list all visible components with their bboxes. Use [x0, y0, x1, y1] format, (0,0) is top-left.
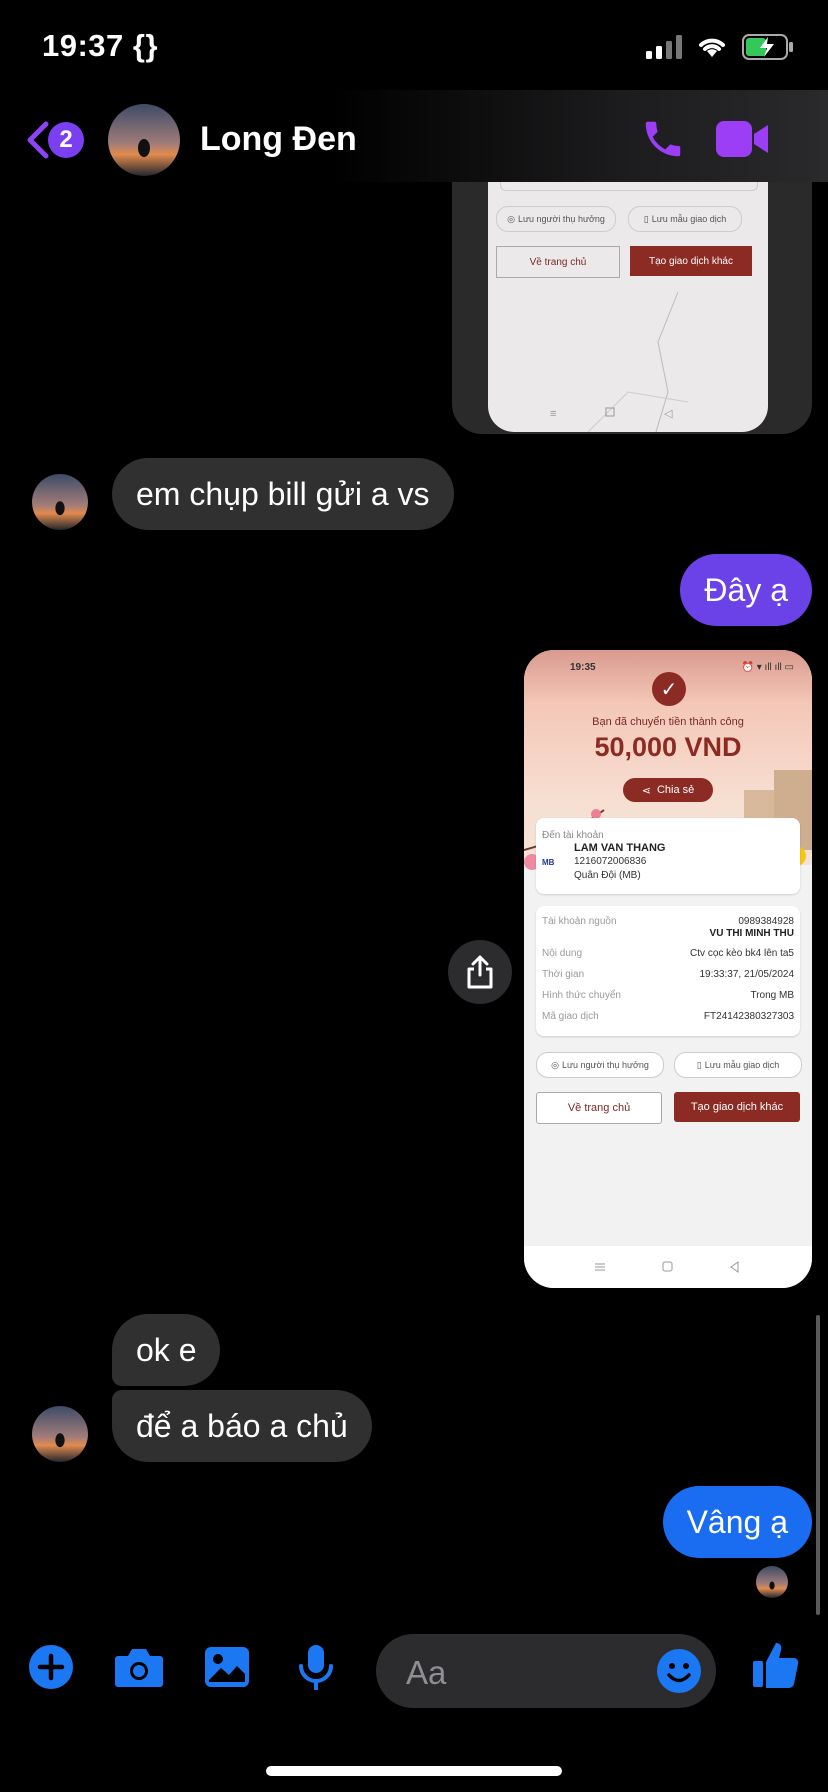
recipient-bank: Quân Đội (MB)	[574, 870, 641, 881]
camera-button[interactable]	[114, 1644, 164, 1695]
detail-value: VU THI MINH THU	[709, 928, 794, 939]
voice-message-button[interactable]	[298, 1644, 334, 1695]
seen-receipt-avatar	[756, 1566, 788, 1598]
message-bubble-incoming[interactable]: để a báo a chủ	[112, 1390, 372, 1462]
detail-label: Mã giao dịch	[542, 1011, 599, 1022]
save-template-chip: ▯ Lưu mẫu giao dịch	[674, 1052, 802, 1078]
save-template-chip: ▯ Lưu mẫu giao dịch	[628, 206, 742, 232]
emoji-icon	[657, 1649, 701, 1693]
recipient-card: Đến tài khoản MB LAM VAN THANG 121607200…	[536, 818, 800, 894]
android-nav-bar	[524, 1246, 812, 1288]
microphone-icon	[299, 1645, 333, 1691]
message-bubble-outgoing[interactable]: Vâng ạ	[662, 1486, 812, 1558]
detail-label: Thời gian	[542, 969, 585, 980]
save-recipient-chip: ◎ Lưu người thụ hưởng	[496, 206, 616, 232]
contact-avatar[interactable]	[108, 104, 180, 176]
document-icon: ▯	[643, 213, 649, 224]
unread-badge: 2	[48, 122, 84, 158]
scrollbar[interactable]	[816, 1315, 820, 1615]
new-transaction-button: Tạo giao dịch khác	[674, 1092, 800, 1122]
detail-value: Trong MB	[750, 990, 794, 1001]
new-transaction-button: Tạo giao dịch khác	[630, 246, 752, 276]
to-account-label: Đến tài khoản	[542, 830, 604, 841]
back-button[interactable]: 2	[24, 120, 84, 160]
share-icon	[467, 955, 493, 989]
voice-call-button[interactable]	[640, 116, 686, 167]
image-icon	[205, 1647, 249, 1687]
cellular-signal-icon	[646, 35, 682, 59]
document-icon: ▯	[696, 1059, 702, 1070]
detail-value: 0989384928	[738, 916, 794, 927]
recipient-account: 1216072006836	[574, 856, 647, 867]
plus-circle-icon	[29, 1645, 73, 1689]
status-icons	[646, 34, 794, 60]
detail-value: Ctv cọc kèo bk4 lên ta5	[690, 948, 794, 959]
svg-text:≡: ≡	[550, 408, 556, 420]
detail-label: Tài khoản nguồn	[542, 916, 617, 927]
person-circle-icon: ◎	[507, 213, 515, 224]
detail-value: FT24142380327303	[703, 1011, 794, 1022]
image-message-top[interactable]: ◎ Lưu người thụ hưởng ▯ Lưu mẫu giao dịch …	[452, 182, 812, 434]
emoji-button[interactable]	[656, 1648, 702, 1699]
battery-charging-icon	[742, 34, 793, 60]
contact-name[interactable]: Long Đen	[200, 120, 357, 159]
home-button: Về trang chủ	[536, 1092, 662, 1124]
video-call-button[interactable]	[714, 118, 770, 165]
person-circle-icon: ◎	[551, 1059, 559, 1070]
camera-icon	[115, 1649, 163, 1687]
receipt-status-icons: ⏰ ▾ ıll ıll ▭	[741, 662, 794, 673]
more-actions-button[interactable]	[28, 1644, 74, 1695]
gallery-button[interactable]	[204, 1644, 250, 1695]
video-camera-icon	[716, 121, 768, 157]
image-message-receipt[interactable]: 19:35 ⏰ ▾ ıll ıll ▭ ✓ Bạn đã chuyển tiền…	[524, 650, 812, 1288]
transfer-amount: 50,000 VND	[594, 732, 742, 762]
detail-label: Nội dung	[542, 948, 583, 959]
success-check-icon: ✓	[652, 672, 686, 706]
home-button: Về trang chủ	[496, 246, 620, 278]
message-input[interactable]: Aa	[376, 1634, 716, 1708]
share-button[interactable]	[448, 940, 512, 1004]
svg-text:◁: ◁	[664, 408, 673, 420]
details-card: Tài khoản nguồn 0989384928 VU THI MINH T…	[536, 906, 800, 1036]
detail-value: 19:33:37, 21/05/2024	[699, 969, 794, 980]
message-input-placeholder: Aa	[406, 1654, 447, 1691]
message-bubble-outgoing[interactable]: Đây ạ	[680, 554, 812, 626]
receipt-time: 19:35	[570, 662, 596, 673]
message-bubble-incoming[interactable]: em chụp bill gửi a vs	[112, 458, 454, 530]
home-indicator	[266, 1766, 562, 1776]
success-text: Bạn đã chuyển tiền thành công	[592, 716, 744, 728]
wifi-icon	[699, 38, 725, 57]
detail-label: Hình thức chuyển	[542, 990, 621, 1001]
contact-avatar[interactable]	[32, 1406, 88, 1462]
bank-logo: MB	[542, 858, 555, 867]
thumbs-up-icon	[753, 1643, 799, 1688]
phone-icon	[645, 121, 681, 157]
status-time: 19:37 {}	[42, 28, 159, 63]
recipient-name: LAM VAN THANG	[574, 842, 666, 854]
message-bubble-incoming[interactable]: ok e	[112, 1314, 221, 1386]
contact-avatar[interactable]	[32, 474, 88, 530]
save-recipient-chip: ◎ Lưu người thụ hưởng	[536, 1052, 664, 1078]
like-button[interactable]	[752, 1640, 800, 1695]
